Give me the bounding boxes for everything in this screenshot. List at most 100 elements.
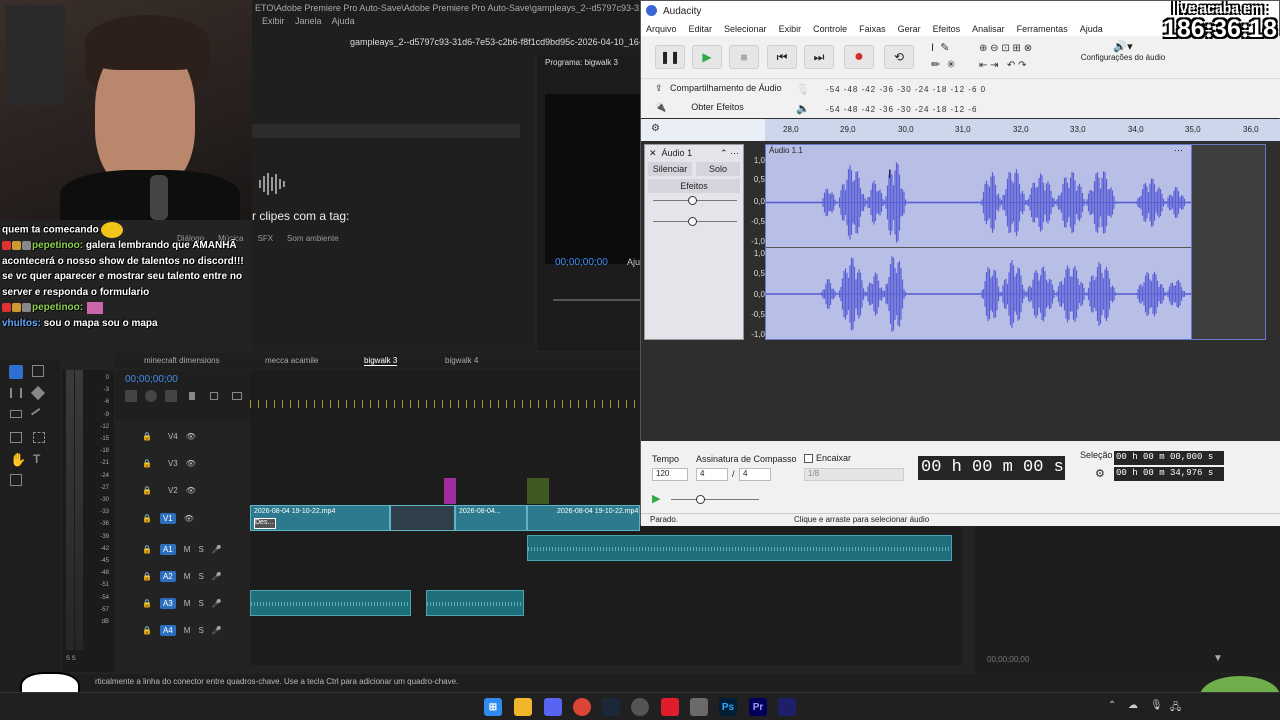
skip-end-button[interactable]: ⏭ [804, 45, 834, 69]
crop-tool-icon[interactable] [33, 432, 45, 443]
network-icon[interactable]: 🖧 [1170, 700, 1181, 717]
tag-som-ambiente[interactable]: Som ambiente [287, 234, 339, 243]
solo-button[interactable]: Solo [696, 162, 740, 176]
time-sig-numerator[interactable]: 4 [696, 468, 728, 481]
get-effects-button[interactable]: 🔌 Obter Efeitos [655, 102, 744, 113]
steam-icon[interactable] [602, 698, 620, 716]
ruler-settings-icon[interactable]: ⚙ [651, 123, 660, 134]
time-display[interactable]: 00 h 00 m 00 s [918, 456, 1065, 480]
track-area[interactable]: ✕ Áudio 1 ⌃ ⋯ Silenciar Solo Efeitos 1,0… [641, 141, 1280, 441]
clip-a1[interactable] [527, 535, 952, 561]
snap-checkbox[interactable] [804, 454, 813, 463]
pause-button[interactable]: ❚❚ [655, 45, 685, 69]
record-button[interactable]: ● [844, 45, 874, 69]
track-menu-icon[interactable]: ⌃ ⋯ [720, 148, 739, 159]
audio-settings-button[interactable]: 🔊▾ Configurações do áudio [1073, 40, 1173, 62]
clip-v2-purple[interactable] [444, 478, 456, 504]
draw-tool-icon[interactable]: ✏ [931, 59, 940, 71]
skip-start-button[interactable]: ⏮ [767, 45, 797, 69]
premiere-icon[interactable]: Pr [749, 698, 767, 716]
clip-a3-b[interactable] [426, 590, 524, 616]
eye-icon[interactable]: 👁 [186, 486, 196, 495]
waveform-clip[interactable]: Áudio 1.1 ⋯ [765, 144, 1192, 340]
menu-editar[interactable]: Editar [689, 24, 713, 34]
track-name[interactable]: Áudio 1 [662, 148, 720, 159]
menu-selecionar[interactable]: Selecionar [724, 24, 767, 34]
razor-tool-icon[interactable] [30, 385, 46, 401]
audacity-taskbar-icon[interactable] [778, 698, 796, 716]
menu-controle[interactable]: Controle [813, 24, 847, 34]
linked-selection-icon[interactable] [165, 390, 177, 402]
timeline-ruler[interactable] [250, 400, 640, 408]
snap-icon[interactable] [145, 390, 157, 402]
lock-icon[interactable]: 🔒 [142, 572, 152, 581]
lock-icon[interactable]: 🔒 [142, 626, 152, 635]
tempo-input[interactable]: 120 [652, 468, 688, 481]
photoshop-icon[interactable]: Ps [719, 698, 737, 716]
lock-icon[interactable]: 🔒 [142, 432, 152, 441]
tab-bigwalk-3[interactable]: bigwalk 3 [364, 356, 398, 366]
clip-name[interactable]: Áudio 1.1 [769, 146, 803, 155]
clip-v1-d[interactable]: 2026-08-04 19-10-22.mp4 [527, 505, 640, 531]
envelope-tool-icon[interactable]: ✎ [940, 42, 949, 54]
menu-exibir[interactable]: Exibir [262, 16, 285, 26]
effects-button[interactable]: Efeitos [648, 179, 740, 193]
speaker-icon[interactable]: 🔈 [796, 102, 810, 115]
obs-icon[interactable] [631, 698, 649, 716]
silence-icon[interactable]: ⇥ [990, 60, 998, 71]
slip-tool-icon[interactable] [10, 410, 22, 418]
selection-cursor-icon[interactable]: I [931, 42, 934, 54]
playback-meter[interactable]: -54 -48 -42 -36 -30 -24 -18 -12 -6 [826, 105, 977, 114]
track-select-icon[interactable] [32, 365, 44, 377]
wrench-icon[interactable] [210, 392, 218, 400]
nest-sequence-icon[interactable] [125, 390, 137, 402]
discord-icon[interactable] [544, 698, 562, 716]
zoom-sel-icon[interactable]: ⊡ [1001, 43, 1009, 54]
opera-icon[interactable] [661, 698, 679, 716]
selection-start[interactable]: 00 h 00 m 00,000 s [1114, 451, 1224, 465]
time-sig-denominator[interactable]: 4 [739, 468, 771, 481]
zoom-fit-icon[interactable]: ⊞ [1013, 43, 1021, 54]
pen-tool-icon[interactable] [31, 408, 45, 422]
lock-icon[interactable]: 🔒 [142, 459, 152, 468]
ripple-edit-icon[interactable] [10, 388, 22, 398]
zoom-toggle-icon[interactable]: ⊗ [1024, 43, 1032, 54]
redo-icon[interactable]: ↷ [1018, 60, 1026, 71]
lock-icon[interactable]: 🔒 [142, 486, 152, 495]
chrome-icon[interactable] [573, 698, 591, 716]
mute-button[interactable]: Silenciar [648, 162, 692, 176]
menu-efeitos[interactable]: Efeitos [933, 24, 961, 34]
program-monitor[interactable] [545, 94, 640, 264]
stop-button[interactable]: ■ [729, 45, 759, 69]
transform-tool-icon[interactable] [10, 474, 22, 486]
type-tool-icon[interactable]: T [33, 452, 40, 466]
file-explorer-icon[interactable] [514, 698, 532, 716]
source-search-bar[interactable] [252, 124, 520, 138]
zoom-out-icon[interactable]: ⊖ [990, 43, 998, 54]
gain-slider-thumb[interactable] [688, 196, 697, 205]
program-scrubber[interactable] [553, 299, 640, 301]
speed-slider-thumb[interactable] [696, 495, 705, 504]
timeline-ruler[interactable]: ⚙ 28,0 29,0 30,0 31,0 32,0 33,0 34,0 35,… [641, 119, 1280, 141]
tag-sfx[interactable]: SFX [257, 234, 273, 243]
track-empty-region[interactable] [1192, 144, 1266, 340]
share-audio-button[interactable]: ⇪ Compartilhamento de Áudio [655, 83, 782, 94]
tray-mic-icon[interactable]: 🎙 [1150, 700, 1163, 711]
loop-button[interactable]: ⟲ [884, 45, 914, 69]
lock-icon[interactable]: 🔒 [142, 599, 152, 608]
menu-faixas[interactable]: Faixas [859, 24, 886, 34]
tab-bigwalk-4[interactable]: bigwalk 4 [445, 356, 478, 365]
selection-tool-icon[interactable] [9, 365, 23, 379]
track-close-icon[interactable]: ✕ [649, 148, 657, 159]
menu-ferramentas[interactable]: Ferramentas [1017, 24, 1068, 34]
cloud-icon[interactable]: ☁ [1128, 700, 1138, 711]
mic-icon[interactable]: 🎤 [212, 599, 222, 608]
mic-icon[interactable]: 🎤 [212, 572, 222, 581]
menu-janela[interactable]: Janela [295, 16, 322, 26]
lock-icon[interactable]: 🔒 [142, 514, 152, 523]
multi-tool-icon[interactable]: ✳ [946, 59, 955, 71]
eye-icon[interactable]: 👁 [184, 514, 194, 523]
trim-icon[interactable]: ⇤ [979, 60, 987, 71]
settings-icon[interactable] [690, 698, 708, 716]
filter-icon[interactable]: ▼ [1213, 653, 1223, 664]
